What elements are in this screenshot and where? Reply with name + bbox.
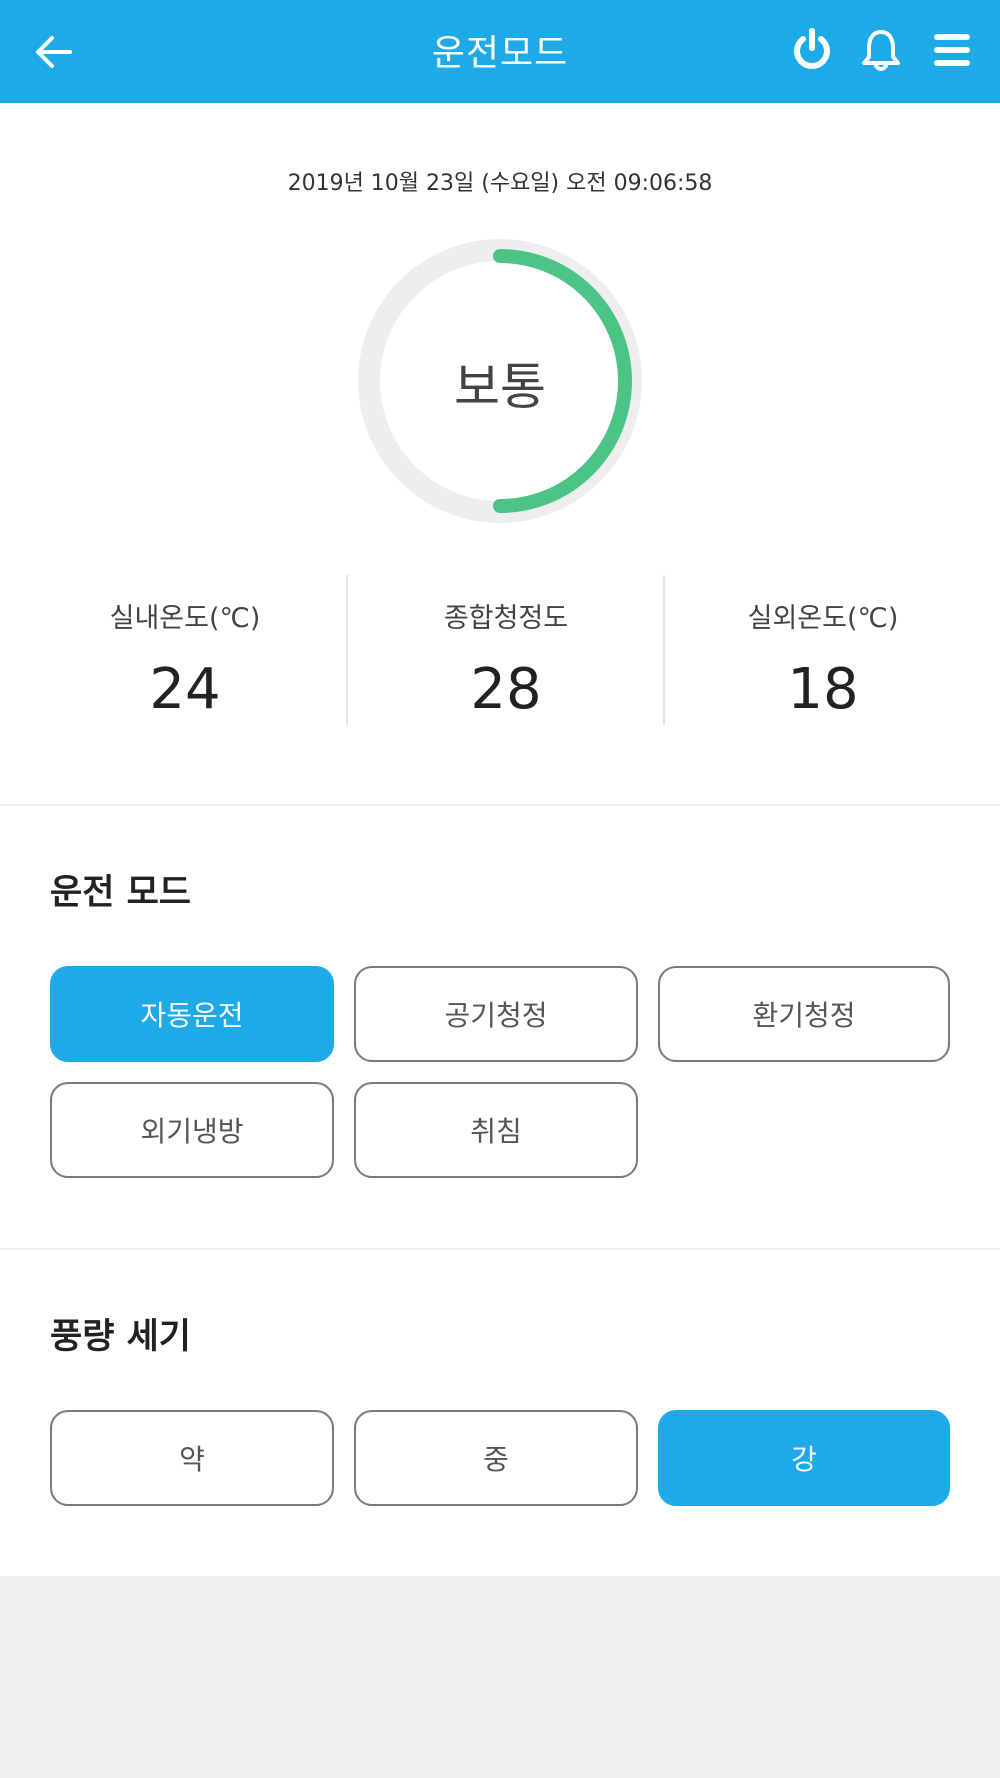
stats-row: 실내온도(℃) 24 종합청정도 28 실외온도(℃) 18 <box>0 571 1000 727</box>
top-app-bar: 운전모드 <box>0 0 1000 103</box>
stat-value: 18 <box>787 657 859 722</box>
stat-label: 종합청정도 <box>443 603 569 634</box>
mode-air-purify-button[interactable]: 공기청정 <box>354 966 638 1062</box>
outdoor-temperature-stat: 실외온도(℃) 18 <box>663 571 983 727</box>
operation-mode-section: 운전 모드 자동운전 공기청정 환기청정 외기냉방 취침 <box>0 806 1000 1248</box>
current-datetime: 2019년 10월 23일 (수요일) 오전 09:06:58 <box>287 171 713 196</box>
app-screen: 운전모드 2019년 10월 23일 (수요일) 오전 09:06:58 보통 … <box>0 0 1000 1778</box>
status-panel: 2019년 10월 23일 (수요일) 오전 09:06:58 보통 실내온도(… <box>0 103 1000 804</box>
section-title: 운전 모드 <box>50 873 191 913</box>
mode-sleep-button[interactable]: 취침 <box>354 1082 638 1178</box>
stat-value: 28 <box>470 657 542 722</box>
wind-medium-button[interactable]: 중 <box>354 1410 638 1506</box>
stat-label: 실내온도(℃) <box>109 603 261 634</box>
page-title: 운전모드 <box>431 33 569 74</box>
air-quality-label: 보통 <box>454 358 546 416</box>
mode-outdoor-cooling-button[interactable]: 외기냉방 <box>50 1082 334 1178</box>
stat-label: 실외온도(℃) <box>747 603 899 634</box>
wind-low-button[interactable]: 약 <box>50 1410 334 1506</box>
bell-icon[interactable] <box>857 26 905 74</box>
wind-strength-section: 풍량 세기 약 중 강 <box>0 1250 1000 1576</box>
wind-high-button[interactable]: 강 <box>658 1410 950 1506</box>
air-cleanliness-stat: 종합청정도 28 <box>346 571 666 727</box>
mode-ventilation-button[interactable]: 환기청정 <box>658 966 950 1062</box>
menu-icon[interactable] <box>928 26 976 74</box>
indoor-temperature-stat: 실내온도(℃) 24 <box>25 571 345 727</box>
air-quality-gauge: 보통 <box>356 237 644 525</box>
section-title: 풍량 세기 <box>50 1317 191 1357</box>
mode-auto-button[interactable]: 자동운전 <box>50 966 334 1062</box>
stat-value: 24 <box>149 657 221 722</box>
power-icon[interactable] <box>788 26 836 74</box>
